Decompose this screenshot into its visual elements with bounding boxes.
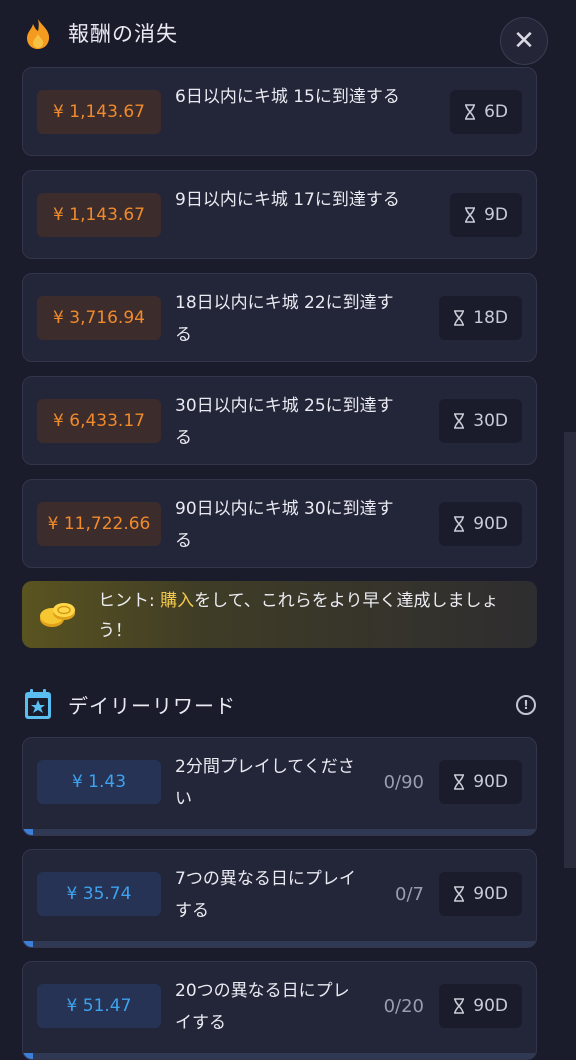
daily-reward-card[interactable]: ¥ 35.74 7つの異なる日にプレイする 0/7 90D: [22, 849, 537, 948]
hourglass-icon: [454, 998, 465, 1014]
hourglass-icon: [454, 413, 465, 429]
days-label: 18D: [473, 308, 508, 328]
daily-reward-card[interactable]: ¥ 51.47 20つの異なる日にプレイする 0/20 90D: [22, 961, 537, 1060]
progress-count: 0/20: [383, 995, 424, 1017]
expiring-reward-card[interactable]: ¥ 1,143.67 9日以内にキ城 17に到達する 9D: [22, 170, 537, 259]
reward-amount: ¥ 51.47: [37, 984, 161, 1028]
reward-amount: ¥ 6,433.17: [37, 399, 161, 443]
expiring-reward-card[interactable]: ¥ 6,433.17 30日以内にキ城 25に到達する 30D: [22, 376, 537, 465]
progress-fill: [23, 941, 34, 947]
section-title: デイリーリワード: [68, 694, 236, 718]
hourglass-icon: [454, 516, 465, 532]
page-title: 報酬の消失: [68, 22, 178, 46]
progress-count: 0/90: [383, 771, 424, 793]
days-remaining-badge: 9D: [450, 193, 522, 237]
daily-reward-card[interactable]: ¥ 1.43 2分間プレイしてください 0/90 90D: [22, 737, 537, 836]
hint-text: ヒント: 購入をして、これらをより早く達成しましょう！: [98, 586, 528, 646]
days-remaining-badge: 30D: [439, 399, 522, 443]
hourglass-icon: [454, 310, 465, 326]
hourglass-icon: [465, 207, 476, 223]
expiring-reward-card[interactable]: ¥ 1,143.67 6日以内にキ城 15に到達する 6D: [22, 67, 537, 156]
hourglass-icon: [465, 104, 476, 120]
reward-description: 9日以内にキ城 17に到達する: [175, 190, 400, 210]
reward-amount: ¥ 1,143.67: [37, 90, 161, 134]
reward-description: 90日以内にキ城 30に到達する: [175, 499, 394, 551]
reward-description: 6日以内にキ城 15に到達する: [175, 87, 400, 107]
reward-description: 2分間プレイしてください: [175, 757, 355, 809]
expiring-reward-card[interactable]: ¥ 11,722.66 90日以内にキ城 30に到達する 90D: [22, 479, 537, 568]
days-label: 90D: [473, 514, 508, 534]
calendar-star-icon: [25, 689, 51, 719]
reward-description: 18日以内にキ城 22に到達する: [175, 293, 394, 345]
expiring-reward-card[interactable]: ¥ 3,716.94 18日以内にキ城 22に到達する 18D: [22, 273, 537, 362]
hint-prefix: ヒント:: [98, 591, 161, 611]
reward-amount: ¥ 1,143.67: [37, 193, 161, 237]
progress-bar: [23, 941, 536, 947]
coins-icon: [40, 603, 75, 627]
days-remaining-badge: 18D: [439, 296, 522, 340]
info-icon[interactable]: !: [516, 695, 536, 715]
close-icon: ✕: [513, 26, 535, 56]
reward-amount: ¥ 11,722.66: [37, 502, 161, 546]
days-label: 90D: [473, 884, 508, 904]
reward-description: 7つの異なる日にプレイする: [175, 869, 356, 921]
days-remaining-badge: 90D: [439, 984, 522, 1028]
hint-banner: ヒント: 購入をして、これらをより早く達成しましょう！: [22, 581, 537, 648]
progress-count: 0/7: [395, 883, 424, 905]
reward-amount: ¥ 35.74: [37, 872, 161, 916]
days-remaining-badge: 90D: [439, 760, 522, 804]
days-label: 30D: [473, 411, 508, 431]
days-remaining-badge: 6D: [450, 90, 522, 134]
days-remaining-badge: 90D: [439, 502, 522, 546]
progress-bar: [23, 1053, 536, 1059]
reward-amount: ¥ 3,716.94: [37, 296, 161, 340]
days-label: 90D: [473, 772, 508, 792]
close-button[interactable]: ✕: [500, 17, 548, 65]
progress-fill: [23, 1053, 34, 1059]
days-remaining-badge: 90D: [439, 872, 522, 916]
days-label: 90D: [473, 996, 508, 1016]
days-label: 9D: [484, 205, 508, 225]
flame-icon: [27, 19, 50, 49]
progress-bar: [23, 829, 536, 835]
scrollbar[interactable]: [564, 432, 576, 868]
reward-description: 30日以内にキ城 25に到達する: [175, 396, 394, 448]
hourglass-icon: [454, 886, 465, 902]
days-label: 6D: [484, 102, 508, 122]
reward-description: 20つの異なる日にプレイする: [175, 981, 350, 1033]
purchase-link[interactable]: 購入: [160, 591, 194, 611]
reward-amount: ¥ 1.43: [37, 760, 161, 804]
hourglass-icon: [454, 774, 465, 790]
header: 報酬の消失 ✕: [0, 0, 576, 66]
progress-fill: [23, 829, 34, 835]
